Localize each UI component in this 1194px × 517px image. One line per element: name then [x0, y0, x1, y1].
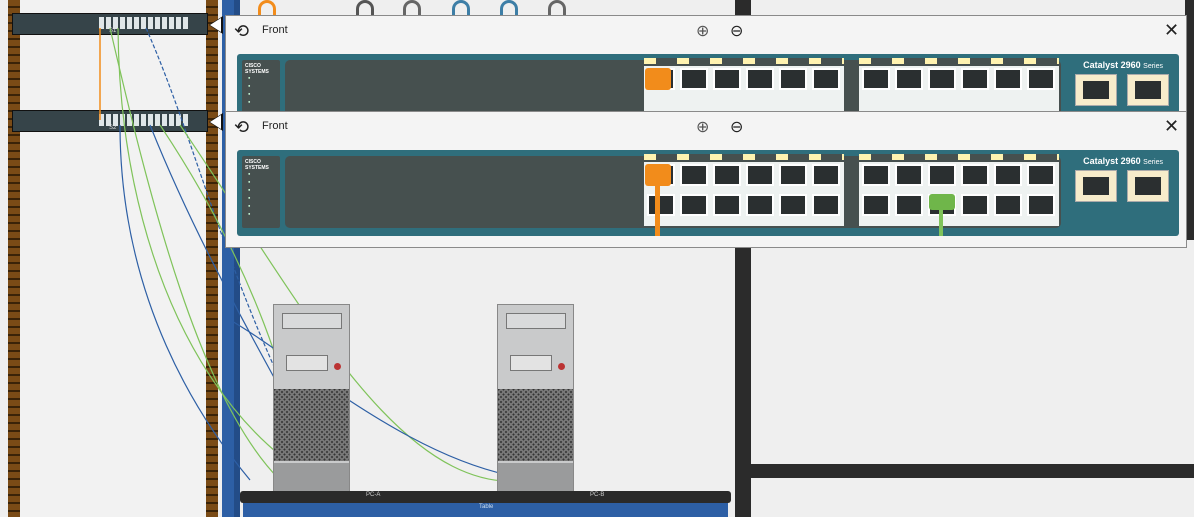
drive-bay	[286, 355, 328, 371]
fastethernet-port[interactable]	[961, 68, 989, 90]
status-leds: ● ● ● ● ● ●	[248, 171, 251, 216]
port-number-strip	[644, 154, 844, 160]
close-icon[interactable]: ✕	[1164, 20, 1179, 41]
zoom-out-icon[interactable]: ⊖	[730, 117, 743, 137]
fastethernet-port[interactable]	[862, 164, 890, 186]
switch-s1-front-popup: ⟲ Front ⊕ ⊖ ✕ CISCO SYSTEMS ● ● ● ● Catal	[225, 15, 1187, 115]
fastethernet-port[interactable]	[680, 194, 708, 216]
switch-model-label: Catalyst 2960 Series	[1083, 60, 1163, 70]
fastethernet-port[interactable]	[812, 68, 840, 90]
io-panel	[274, 463, 349, 491]
cable-green	[939, 210, 943, 236]
status-leds: ● ● ● ●	[248, 75, 251, 104]
fastethernet-port[interactable]	[746, 68, 774, 90]
fastethernet-port[interactable]	[1027, 164, 1055, 186]
port-number-strip	[859, 154, 1059, 160]
fastethernet-port[interactable]	[812, 164, 840, 186]
fastethernet-port[interactable]	[862, 194, 890, 216]
fastethernet-port[interactable]	[895, 68, 923, 90]
fastethernet-port[interactable]	[961, 194, 989, 216]
fastethernet-port[interactable]	[680, 68, 708, 90]
fastethernet-port[interactable]	[1027, 194, 1055, 216]
table-label: Table	[479, 504, 494, 510]
fastethernet-port[interactable]	[895, 164, 923, 186]
switch-s2-front-popup: ⟲ Front ⊕ ⊖ ✕ CISCO SYSTEMS ●●●●●●	[225, 111, 1187, 248]
fastethernet-port[interactable]	[647, 194, 675, 216]
table-top: PC-A PC-B	[240, 491, 731, 503]
fastethernet-port[interactable]	[895, 194, 923, 216]
fastethernet-port[interactable]	[713, 68, 741, 90]
fastethernet-port[interactable]	[746, 194, 774, 216]
port-number-strip	[859, 58, 1059, 64]
fastethernet-port[interactable]	[928, 68, 956, 90]
switch-chassis: CISCO SYSTEMS ● ● ● ● Catalyst 2960 Series	[237, 54, 1179, 114]
fastethernet-port[interactable]	[961, 164, 989, 186]
pc-b-tower[interactable]	[497, 304, 574, 492]
optical-drive	[282, 313, 342, 329]
gigabit-uplink-port[interactable]	[1127, 74, 1169, 106]
zoom-out-icon[interactable]: ⊖	[730, 21, 743, 41]
fastethernet-port[interactable]	[779, 194, 807, 216]
pc-a-label: PC-A	[366, 492, 381, 498]
fastethernet-port[interactable]	[994, 164, 1022, 186]
fastethernet-port[interactable]	[680, 164, 708, 186]
zoom-in-icon[interactable]: ⊕	[696, 117, 709, 137]
popup-toolbar: ⟲ Front ⊕ ⊖ ✕	[226, 112, 1186, 142]
popup-view-title: Front	[262, 120, 288, 132]
fastethernet-port[interactable]	[1027, 68, 1055, 90]
zoom-in-icon[interactable]: ⊕	[696, 21, 709, 41]
optical-drive	[506, 313, 566, 329]
fastethernet-port[interactable]	[779, 164, 807, 186]
ethernet-plug-green	[929, 194, 955, 210]
fastethernet-port[interactable]	[713, 194, 741, 216]
ethernet-plug-orange	[645, 68, 671, 90]
fastethernet-port[interactable]	[994, 68, 1022, 90]
table-base: Table	[243, 503, 728, 517]
status-panel: CISCO SYSTEMS ● ● ● ●	[242, 60, 280, 114]
drive-bay	[510, 355, 552, 371]
power-button[interactable]	[558, 363, 565, 370]
close-icon[interactable]: ✕	[1164, 116, 1179, 137]
cable-orange	[655, 186, 660, 236]
switch-model-label: Catalyst 2960 Series	[1083, 156, 1163, 166]
status-panel: CISCO SYSTEMS ● ● ● ● ● ●	[242, 156, 280, 228]
fastethernet-port[interactable]	[994, 194, 1022, 216]
popup-toolbar: ⟲ Front ⊕ ⊖ ✕	[226, 16, 1186, 46]
port-number-strip	[644, 58, 844, 64]
gigabit-uplink-port[interactable]	[1127, 170, 1169, 202]
popup-view-title: Front	[262, 24, 288, 36]
vent-grille	[498, 389, 573, 461]
gigabit-uplink-port[interactable]	[1075, 170, 1117, 202]
power-button[interactable]	[334, 363, 341, 370]
pc-b-label: PC-B	[590, 492, 605, 498]
fastethernet-port[interactable]	[713, 164, 741, 186]
ethernet-plug-orange	[645, 164, 671, 186]
fastethernet-port[interactable]	[862, 68, 890, 90]
fastethernet-port[interactable]	[779, 68, 807, 90]
fastethernet-port[interactable]	[746, 164, 774, 186]
gigabit-uplink-port[interactable]	[1075, 74, 1117, 106]
pc-a-tower[interactable]	[273, 304, 350, 492]
fastethernet-port[interactable]	[928, 164, 956, 186]
switch-chassis: CISCO SYSTEMS ● ● ● ● ● ● Catalyst 2960 …	[237, 150, 1179, 236]
vent-grille	[274, 389, 349, 461]
fastethernet-port[interactable]	[812, 194, 840, 216]
rotate-icon[interactable]: ⟲	[234, 118, 252, 136]
io-panel	[498, 463, 573, 491]
rotate-icon[interactable]: ⟲	[234, 22, 252, 40]
